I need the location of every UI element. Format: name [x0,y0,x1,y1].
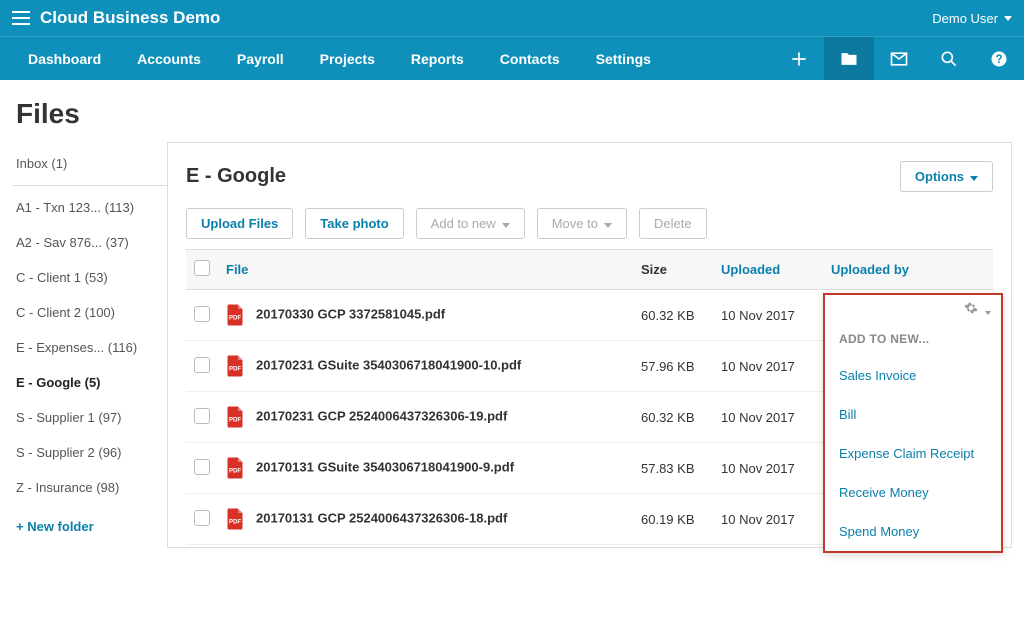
menu-receive-money[interactable]: Receive Money [825,473,1001,512]
sidebar-item-active[interactable]: E - Google (5) [12,365,167,400]
col-uploaded-by[interactable]: Uploaded by [823,250,953,290]
pdf-icon: PDF [226,408,256,423]
brand-title: Cloud Business Demo [40,8,220,28]
file-name[interactable]: 20170131 GCP 2524006437326306-18.pdf [256,510,507,525]
chevron-down-icon [970,176,978,181]
row-checkbox[interactable] [194,510,210,526]
file-name[interactable]: 20170231 GCP 2524006437326306-19.pdf [256,408,507,423]
search-icon[interactable] [924,37,974,80]
menu-header: ADD TO NEW... [825,318,1001,356]
svg-text:PDF: PDF [229,469,241,475]
chevron-down-icon [1004,16,1012,21]
nav-dashboard[interactable]: Dashboard [10,37,119,80]
nav-payroll[interactable]: Payroll [219,37,302,80]
svg-text:PDF: PDF [229,418,241,424]
files-panel: E - Google Options Upload Files Take pho… [167,142,1012,548]
chevron-down-icon [604,223,612,228]
gear-icon[interactable] [964,301,991,318]
user-label: Demo User [932,11,998,26]
sidebar-item[interactable]: A2 - Sav 876... (37) [12,225,167,260]
pdf-icon: PDF [226,510,256,525]
file-name[interactable]: 20170231 GSuite 3540306718041900-10.pdf [256,357,521,372]
col-file[interactable]: File [218,250,633,290]
chevron-down-icon [985,311,991,315]
help-icon[interactable]: ? [974,37,1024,80]
file-size: 60.32 KB [633,290,713,341]
file-uploaded: 10 Nov 2017 [713,290,823,341]
row-action-menu: ADD TO NEW... Sales Invoice Bill Expense… [823,293,1003,553]
move-to-button[interactable]: Move to [537,208,627,239]
add-icon[interactable] [774,37,824,80]
pdf-icon: PDF [226,306,256,321]
sidebar-item[interactable]: C - Client 1 (53) [12,260,167,295]
file-uploaded: 10 Nov 2017 [713,392,823,443]
upload-files-button[interactable]: Upload Files [186,208,293,239]
mail-icon[interactable] [874,37,924,80]
user-menu[interactable]: Demo User [932,11,1012,26]
sidebar-item[interactable]: Z - Insurance (98) [12,470,167,505]
sidebar-item[interactable]: C - Client 2 (100) [12,295,167,330]
file-name[interactable]: 20170330 GCP 3372581045.pdf [256,306,445,321]
select-all-checkbox[interactable] [194,260,210,276]
file-uploaded: 10 Nov 2017 [713,341,823,392]
row-checkbox[interactable] [194,408,210,424]
add-to-new-button[interactable]: Add to new [416,208,525,239]
file-size: 57.83 KB [633,443,713,494]
nav-reports[interactable]: Reports [393,37,482,80]
row-checkbox[interactable] [194,306,210,322]
file-size: 60.32 KB [633,392,713,443]
pdf-icon: PDF [226,459,256,474]
sidebar-item[interactable]: S - Supplier 1 (97) [12,400,167,435]
row-checkbox[interactable] [194,357,210,373]
delete-button[interactable]: Delete [639,208,707,239]
menu-sales-invoice[interactable]: Sales Invoice [825,356,1001,395]
folder-sidebar: Inbox (1) A1 - Txn 123... (113) A2 - Sav… [12,142,167,548]
file-name[interactable]: 20170131 GSuite 3540306718041900-9.pdf [256,459,514,474]
svg-text:PDF: PDF [229,316,241,322]
new-folder-link[interactable]: + New folder [12,505,167,548]
file-uploaded: 10 Nov 2017 [713,443,823,494]
file-size: 60.19 KB [633,494,713,545]
sidebar-item[interactable]: E - Expenses... (116) [12,330,167,365]
sidebar-item[interactable]: A1 - Txn 123... (113) [12,190,167,225]
svg-text:PDF: PDF [229,367,241,373]
sidebar-item[interactable]: S - Supplier 2 (96) [12,435,167,470]
sidebar-item-inbox[interactable]: Inbox (1) [12,146,167,181]
nav-projects[interactable]: Projects [302,37,393,80]
svg-text:PDF: PDF [229,520,241,526]
nav-accounts[interactable]: Accounts [119,37,219,80]
menu-bill[interactable]: Bill [825,395,1001,434]
divider [12,185,167,186]
menu-icon[interactable] [12,11,30,25]
col-size[interactable]: Size [633,250,713,290]
take-photo-button[interactable]: Take photo [305,208,403,239]
folder-title: E - Google [186,165,900,188]
svg-text:?: ? [995,53,1002,66]
file-size: 57.96 KB [633,341,713,392]
pdf-icon: PDF [226,357,256,372]
menu-expense-claim-receipt[interactable]: Expense Claim Receipt [825,434,1001,473]
files-icon[interactable] [824,37,874,80]
file-uploaded: 10 Nov 2017 [713,494,823,545]
main-nav: Dashboard Accounts Payroll Projects Repo… [0,36,1024,80]
page-title: Files [0,80,1024,142]
menu-spend-money[interactable]: Spend Money [825,512,1001,551]
col-uploaded[interactable]: Uploaded [713,250,823,290]
nav-contacts[interactable]: Contacts [482,37,578,80]
options-button[interactable]: Options [900,161,993,192]
nav-settings[interactable]: Settings [578,37,669,80]
chevron-down-icon [502,223,510,228]
row-checkbox[interactable] [194,459,210,475]
